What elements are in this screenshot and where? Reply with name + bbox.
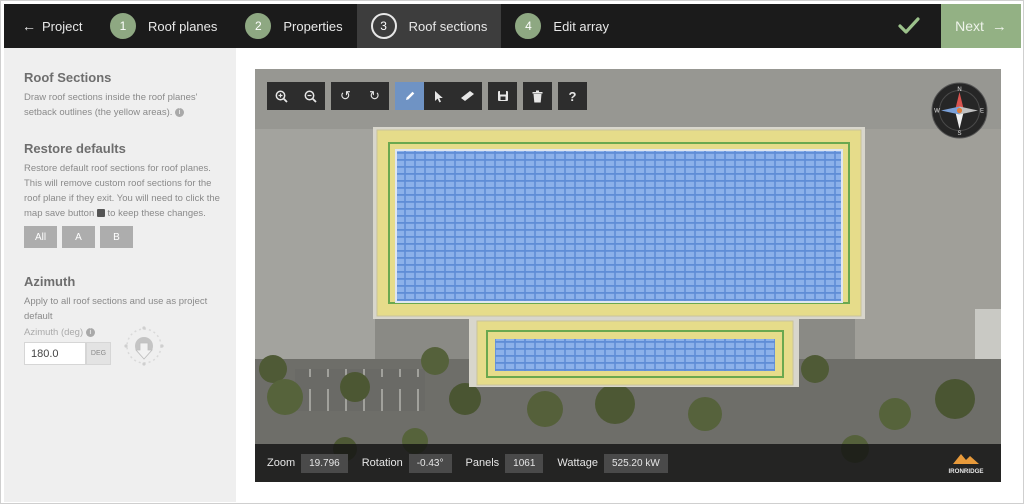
wattage-value: 525.20 kW	[603, 453, 668, 473]
roof-sections-desc: Draw roof sections inside the roof plane…	[24, 92, 198, 118]
delete-button[interactable]	[523, 82, 552, 110]
zoom-in-button[interactable]	[267, 82, 296, 110]
save-icon	[96, 209, 105, 218]
help-tools: ?	[558, 82, 587, 110]
azimuth-unit: DEG	[86, 342, 111, 365]
redo-icon: ↻	[369, 88, 380, 103]
draw-button[interactable]	[395, 82, 424, 110]
compass-n: N	[957, 87, 961, 93]
compass-w: W	[934, 109, 940, 115]
sidebar-panel: Roof Sections Draw roof sections inside …	[4, 48, 236, 502]
azimuth-input[interactable]: 180.0	[24, 342, 86, 365]
back-to-project-button[interactable]: ← Project	[4, 4, 96, 48]
roof-sections-text: Draw roof sections inside the roof plane…	[24, 90, 224, 120]
map-canvas[interactable]: ↺ ↻ ? N S E W Zoom 19.796 Rotation -0.43…	[255, 69, 1001, 482]
pointer-icon	[434, 90, 443, 102]
restore-a-button[interactable]: A	[62, 226, 95, 248]
step-number: 3	[370, 13, 397, 39]
zoom-out-button[interactable]	[296, 82, 325, 110]
azimuth-title: Azimuth	[24, 274, 76, 289]
info-icon[interactable]: i	[85, 327, 95, 337]
save-button[interactable]	[488, 82, 517, 110]
map-toolbar: ↺ ↻ ?	[267, 82, 593, 110]
step-label: Roof planes	[148, 18, 218, 34]
compass-icon[interactable]: N S E W	[931, 82, 988, 139]
next-label: Next	[955, 18, 984, 34]
roof-sections-title: Roof Sections	[24, 70, 112, 85]
question-icon: ?	[568, 88, 577, 104]
step-label: Roof sections	[408, 18, 488, 34]
wattage-label: Wattage	[557, 457, 598, 469]
panels-value: 1061	[505, 453, 544, 473]
arrow-right-icon: →	[991, 17, 1007, 35]
roof-sections-section: Roof Sections Draw roof sections inside …	[24, 70, 224, 120]
back-label: Project	[42, 18, 83, 34]
aerial-map-image	[255, 69, 1001, 482]
step-roof-sections[interactable]: 3 Roof sections	[356, 4, 502, 48]
restore-defaults-section: Restore defaults Restore default roof se…	[24, 141, 224, 221]
measure-button[interactable]	[453, 82, 482, 110]
arrow-left-icon: ←	[22, 18, 36, 34]
rotation-value: -0.43°	[408, 453, 452, 473]
compass-s: S	[957, 131, 961, 137]
azimuth-text: Apply to all roof sections and use as pr…	[24, 296, 208, 322]
azimuth-field-label: Azimuth (deg) i	[24, 327, 95, 338]
rotation-label: Rotation	[361, 457, 403, 469]
zoom-value: 19.796	[301, 453, 348, 473]
zoom-in-icon	[275, 90, 288, 103]
ruler-icon	[461, 91, 474, 101]
zoom-tools	[267, 82, 325, 110]
help-button[interactable]: ?	[558, 82, 587, 110]
step-properties[interactable]: 2 Properties	[231, 4, 356, 48]
restore-all-button[interactable]: All	[24, 226, 57, 248]
zoom-out-icon	[304, 90, 317, 103]
next-button[interactable]: Next →	[941, 4, 1021, 48]
redo-button[interactable]: ↻	[360, 82, 389, 110]
step-edit-array[interactable]: 4 Edit array	[501, 4, 623, 48]
undo-button[interactable]: ↺	[331, 82, 360, 110]
restore-defaults-text: Restore default roof sections for roof p…	[24, 161, 224, 221]
ironridge-logo: IRONRIDGE	[948, 454, 984, 475]
checkmark-icon	[889, 4, 929, 48]
step-roof-planes[interactable]: 1 Roof planes	[96, 4, 231, 48]
trash-icon	[532, 90, 543, 102]
restore-text-after: to keep these changes.	[107, 208, 206, 219]
restore-b-button[interactable]: B	[100, 226, 133, 248]
wizard-topbar: ← Project 1 Roof planes 2 Properties 3 R…	[4, 4, 1021, 48]
pencil-icon	[405, 91, 414, 100]
delete-tools	[523, 82, 552, 110]
azimuth-dial-icon[interactable]	[121, 323, 167, 369]
step-label: Properties	[283, 18, 343, 34]
floppy-save-icon	[497, 91, 508, 101]
history-tools: ↺ ↻	[331, 82, 389, 110]
select-button[interactable]	[424, 82, 453, 110]
map-status-bar: Zoom 19.796 Rotation -0.43° Panels 1061 …	[255, 444, 1001, 482]
restore-buttons: All A B	[24, 226, 133, 248]
panels-label: Panels	[465, 457, 500, 469]
step-number: 4	[515, 13, 542, 39]
brand-text: IRONRIDGE	[948, 468, 983, 475]
save-tools	[488, 82, 517, 110]
draw-tools	[395, 82, 482, 110]
azimuth-field-label-text: Azimuth (deg)	[24, 327, 84, 338]
app-frame: ← Project 1 Roof planes 2 Properties 3 R…	[0, 0, 1024, 504]
zoom-label: Zoom	[267, 457, 296, 469]
compass-e: E	[980, 109, 984, 115]
azimuth-section: Azimuth Apply to all roof sections and u…	[24, 274, 224, 324]
undo-icon: ↺	[340, 88, 351, 103]
restore-defaults-title: Restore defaults	[24, 141, 126, 156]
step-number: 1	[110, 13, 136, 39]
step-label: Edit array	[553, 18, 610, 34]
info-icon[interactable]: i	[175, 107, 185, 117]
step-number: 2	[245, 13, 272, 39]
